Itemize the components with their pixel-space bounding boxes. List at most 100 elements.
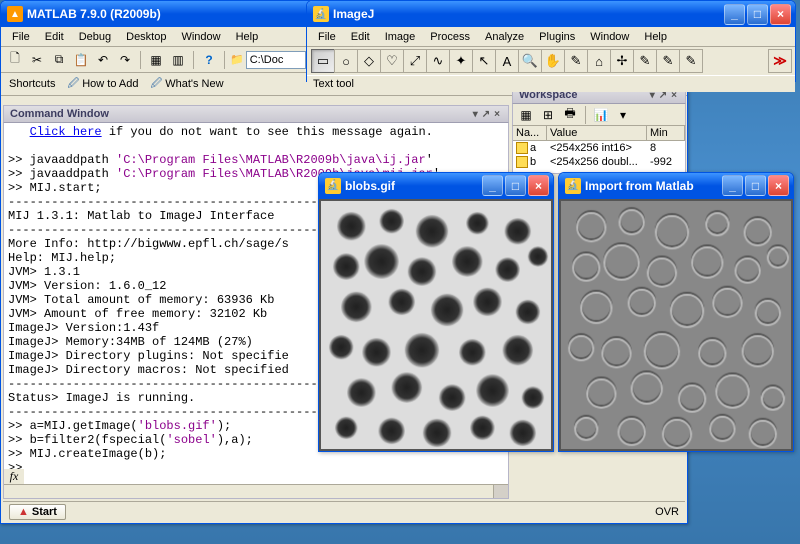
- paste-icon[interactable]: 📋: [71, 50, 91, 70]
- close-button[interactable]: ×: [528, 175, 549, 196]
- ij-menu-help[interactable]: Help: [637, 29, 674, 45]
- panel-menu-icon[interactable]: ▾: [471, 109, 480, 120]
- imagej-title: ImageJ: [333, 7, 374, 21]
- ij-tool-13[interactable]: ✢: [610, 49, 634, 73]
- ws-open-icon[interactable]: ⊞: [538, 105, 558, 125]
- import-window: 🔬 Import from Matlab _ □ ×: [558, 172, 794, 452]
- ij-menu-file[interactable]: File: [311, 29, 343, 45]
- ws-plot-dd-icon[interactable]: ▾: [613, 105, 633, 125]
- ws-row-a[interactable]: a <254x256 int16> 8: [513, 141, 685, 155]
- imagej-menubar: File Edit Image Process Analyze Plugins …: [307, 27, 795, 47]
- ij-tool-8[interactable]: A: [495, 49, 519, 73]
- image-icon: 🔬: [565, 178, 581, 194]
- import-title: Import from Matlab: [585, 179, 694, 193]
- var-icon: [516, 156, 528, 168]
- ij-menu-process[interactable]: Process: [423, 29, 477, 45]
- curdir-icon: 📁: [230, 53, 244, 66]
- import-titlebar[interactable]: 🔬 Import from Matlab _ □ ×: [559, 173, 793, 199]
- guide-icon[interactable]: ▥: [168, 50, 188, 70]
- menu-debug[interactable]: Debug: [72, 29, 118, 45]
- var-icon: [516, 142, 528, 154]
- ws-col-name[interactable]: Na...: [513, 126, 547, 140]
- ij-tool-11[interactable]: ✎: [564, 49, 588, 73]
- ws-col-value[interactable]: Value: [547, 126, 647, 140]
- status-ovr: OVR: [655, 506, 679, 518]
- ws-plot-icon[interactable]: 📊: [591, 105, 611, 125]
- ij-tool-5[interactable]: ∿: [426, 49, 450, 73]
- ij-tool-12[interactable]: ⌂: [587, 49, 611, 73]
- help-icon[interactable]: ?: [199, 50, 219, 70]
- ij-tool-0[interactable]: ▭: [311, 49, 335, 73]
- ij-tool-4[interactable]: ⤢: [403, 49, 427, 73]
- ij-tool-16[interactable]: ✎: [679, 49, 703, 73]
- close-button[interactable]: ×: [768, 175, 789, 196]
- blobs-canvas-area[interactable]: [319, 199, 553, 451]
- ij-tool-10[interactable]: ✋: [541, 49, 565, 73]
- close-button[interactable]: ×: [770, 4, 791, 25]
- workspace-panel: Workspace ▾↗× ▦ ⊞ 🖶 📊 ▾ Na... Value Min …: [512, 86, 686, 174]
- import-canvas-area[interactable]: [559, 199, 793, 451]
- copy-icon[interactable]: ⧉: [49, 50, 69, 70]
- matlab-title: MATLAB 7.9.0 (R2009b): [27, 7, 161, 21]
- maximize-button[interactable]: □: [505, 175, 526, 196]
- shortcut-howto[interactable]: 🖉How to Add: [63, 74, 142, 95]
- minimize-button[interactable]: _: [724, 4, 745, 25]
- ij-tool-1[interactable]: ○: [334, 49, 358, 73]
- imagej-window: 🔬 ImageJ _ □ × File Edit Image Process A…: [306, 0, 796, 82]
- imagej-icon: 🔬: [313, 6, 329, 22]
- blobs-canvas: [321, 201, 551, 449]
- fx-icon[interactable]: fx: [4, 469, 24, 484]
- ij-tool-14[interactable]: ✎: [633, 49, 657, 73]
- cut-icon[interactable]: ✂: [27, 50, 47, 70]
- ij-tool-3[interactable]: ♡: [380, 49, 404, 73]
- shortcut-whatsnew[interactable]: 🖉What's New: [146, 74, 227, 95]
- workspace-body[interactable]: Na... Value Min a <254x256 int16> 8 b <2…: [512, 126, 686, 174]
- ws-col-min[interactable]: Min: [647, 126, 685, 140]
- ws-print-icon[interactable]: 🖶: [560, 105, 580, 125]
- maximize-button[interactable]: □: [745, 175, 766, 196]
- ij-tool-9[interactable]: 🔍: [518, 49, 542, 73]
- current-folder-input[interactable]: [246, 51, 306, 69]
- start-button[interactable]: ▲Start: [9, 504, 66, 520]
- shortcuts-label: Shortcuts: [5, 77, 59, 91]
- ij-menu-analyze[interactable]: Analyze: [478, 29, 531, 45]
- menu-window[interactable]: Window: [174, 29, 227, 45]
- ij-tool-2[interactable]: ◇: [357, 49, 381, 73]
- menu-help[interactable]: Help: [229, 29, 266, 45]
- ij-menu-window[interactable]: Window: [583, 29, 636, 45]
- ij-menu-image[interactable]: Image: [378, 29, 423, 45]
- blobs-title: blobs.gif: [345, 179, 395, 193]
- menu-desktop[interactable]: Desktop: [119, 29, 173, 45]
- workspace-toolbar: ▦ ⊞ 🖶 📊 ▾: [512, 104, 686, 126]
- ij-tool-15[interactable]: ✎: [656, 49, 680, 73]
- blobs-window: 🔬 blobs.gif _ □ ×: [318, 172, 554, 452]
- panel-undock-icon[interactable]: ↗: [480, 109, 492, 120]
- menu-file[interactable]: File: [5, 29, 37, 45]
- new-icon[interactable]: 🗋: [5, 50, 25, 70]
- import-canvas: [561, 201, 791, 449]
- command-hscroll[interactable]: [4, 484, 508, 498]
- panel-close-icon[interactable]: ×: [492, 109, 502, 120]
- blobs-titlebar[interactable]: 🔬 blobs.gif _ □ ×: [319, 173, 553, 199]
- matlab-statusbar: ▲Start OVR: [3, 501, 685, 521]
- minimize-button[interactable]: _: [482, 175, 503, 196]
- ij-tool-7[interactable]: ↖: [472, 49, 496, 73]
- imagej-toolbar: ▭○◇♡⤢∿✦↖A🔍✋✎⌂✢✎✎✎≫: [307, 47, 795, 75]
- simulink-icon[interactable]: ▦: [146, 50, 166, 70]
- ij-tool-6[interactable]: ✦: [449, 49, 473, 73]
- minimize-button[interactable]: _: [722, 175, 743, 196]
- ws-row-b[interactable]: b <254x256 doubl... -992: [513, 155, 685, 169]
- ws-new-icon[interactable]: ▦: [516, 105, 536, 125]
- ij-tool-17[interactable]: ≫: [768, 49, 792, 73]
- redo-icon[interactable]: ↷: [115, 50, 135, 70]
- image-icon: 🔬: [325, 178, 341, 194]
- command-window-title[interactable]: Command Window ▾↗×: [3, 105, 509, 123]
- maximize-button[interactable]: □: [747, 4, 768, 25]
- matlab-icon: ▲: [7, 6, 23, 22]
- menu-edit[interactable]: Edit: [38, 29, 71, 45]
- ij-menu-plugins[interactable]: Plugins: [532, 29, 582, 45]
- imagej-titlebar[interactable]: 🔬 ImageJ _ □ ×: [307, 1, 795, 27]
- undo-icon[interactable]: ↶: [93, 50, 113, 70]
- imagej-status: Text tool: [307, 75, 795, 92]
- ij-menu-edit[interactable]: Edit: [344, 29, 377, 45]
